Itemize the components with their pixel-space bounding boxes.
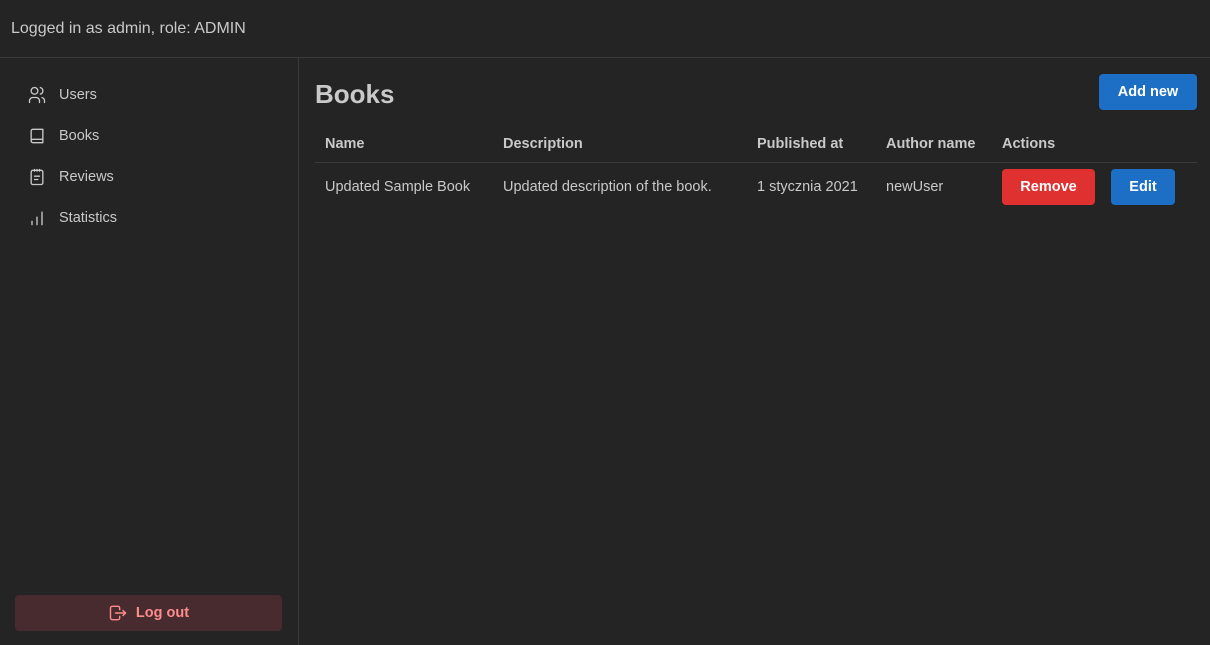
logout-label: Log out [135,605,190,621]
cell-description: Updated description of the book. [503,179,712,196]
sidebar-item-books[interactable]: Books [15,115,283,156]
sidebar-item-label: Books [59,127,100,144]
cell-name: Updated Sample Book [325,179,471,196]
chart-bar-icon [26,207,48,229]
column-header-name: Name [315,126,493,163]
sidebar-item-label: Statistics [59,209,118,226]
book-icon [26,125,48,147]
main-content: Books Add new Name Description Published… [300,58,1210,645]
sidebar-item-label: Users [59,86,97,103]
sidebar: Users Books Reviews Statistics Log out [0,58,299,645]
cell-published-at: 1 stycznia 2021 [757,179,858,196]
users-icon [26,84,48,106]
top-bar: Logged in as admin, role: ADMIN [0,0,1210,58]
sidebar-item-label: Reviews [59,168,114,185]
clipboard-icon [26,166,48,188]
column-header-actions: Actions [992,126,1197,163]
login-status-text: Logged in as admin, role: ADMIN [11,19,246,37]
sidebar-item-reviews[interactable]: Reviews [15,156,283,197]
sidebar-item-statistics[interactable]: Statistics [15,197,283,238]
page-title: Books [315,79,395,109]
cell-author-name: newUser [886,179,944,196]
sidebar-nav: Users Books Reviews Statistics [15,74,283,238]
table-header-row: Name Description Published at Author nam… [315,126,1197,163]
column-header-author-name: Author name [876,126,992,163]
edit-button[interactable]: Edit [1111,169,1175,206]
sidebar-item-users[interactable]: Users [15,74,283,115]
logout-icon [109,605,127,621]
add-new-button[interactable]: Add new [1099,74,1197,110]
cell-actions: Remove Edit [992,162,1197,212]
logout-button[interactable]: Log out [15,595,282,631]
remove-button[interactable]: Remove [1002,169,1095,206]
column-header-description: Description [493,126,747,163]
column-header-published-at: Published at [747,126,876,163]
table-row: Updated Sample Book Updated description … [315,162,1197,212]
books-table: Name Description Published at Author nam… [315,126,1197,212]
